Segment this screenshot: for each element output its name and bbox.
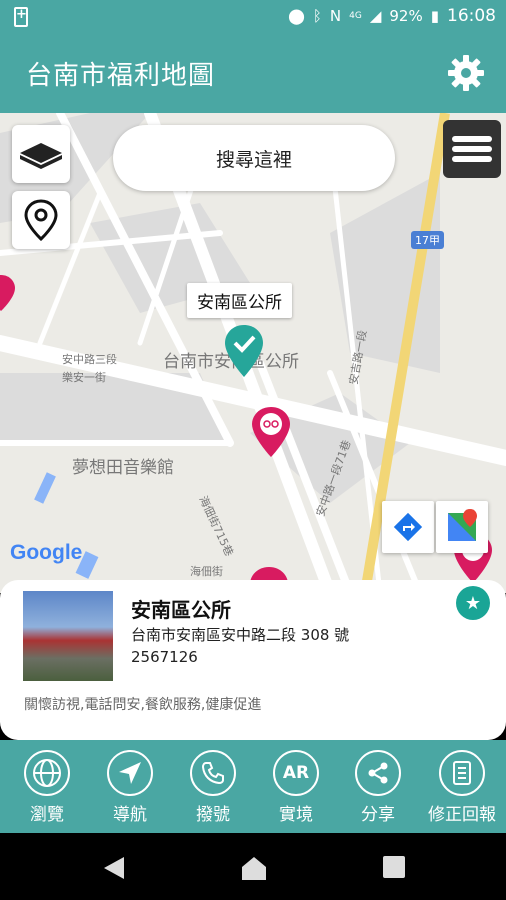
globe-icon bbox=[24, 750, 70, 796]
bluetooth-icon: ᛒ bbox=[312, 7, 322, 25]
tab-label: 實境 bbox=[279, 805, 313, 825]
tab-label: 修正回報 bbox=[428, 805, 496, 825]
tab-label: 導航 bbox=[113, 805, 147, 825]
phone-icon bbox=[190, 750, 236, 796]
status-bar: ⬤ ᛒ N 4G ◢ 92% ▮ 16:08 bbox=[0, 0, 506, 35]
google-maps-icon bbox=[448, 509, 477, 541]
layers-icon bbox=[20, 143, 62, 169]
map-label-haidian: 海佃街 bbox=[190, 565, 223, 578]
menu-button[interactable] bbox=[443, 120, 501, 178]
my-location-button[interactable] bbox=[12, 191, 70, 249]
document-icon bbox=[439, 750, 485, 796]
place-address: 台南市安南區安中路二段 308 號 bbox=[131, 626, 350, 644]
layers-button[interactable] bbox=[12, 125, 70, 183]
tab-label: 瀏覽 bbox=[30, 805, 64, 825]
tab-ar[interactable]: AR 實境 bbox=[255, 750, 337, 825]
google-logo: Google bbox=[10, 541, 83, 564]
tab-report[interactable]: 修正回報 bbox=[418, 750, 506, 825]
selected-marker-icon[interactable] bbox=[222, 323, 266, 379]
location-icon: ⬤ bbox=[288, 7, 305, 25]
tab-label: 撥號 bbox=[196, 805, 230, 825]
map-label-anzhong3: 安中路三段 bbox=[62, 353, 117, 366]
directions-icon bbox=[393, 512, 423, 542]
app-title: 台南市福利地圖 bbox=[26, 61, 216, 91]
tab-label: 分享 bbox=[361, 805, 395, 825]
search-here-button[interactable]: 搜尋這裡 bbox=[113, 125, 395, 191]
signal-icon: ◢ bbox=[369, 7, 382, 25]
navigation-arrow-icon bbox=[107, 750, 153, 796]
map-label-music-hall: 夢想田音樂館 bbox=[72, 458, 174, 478]
directions-button[interactable] bbox=[382, 501, 434, 553]
recents-icon[interactable] bbox=[382, 855, 406, 879]
tab-share[interactable]: 分享 bbox=[337, 750, 419, 825]
clock: 16:08 bbox=[447, 6, 496, 26]
battery-icon: ▮ bbox=[430, 7, 439, 25]
tab-browse[interactable]: 瀏覽 bbox=[6, 750, 88, 825]
place-services: 關懷訪視,電話問安,餐飲服務,健康促進 bbox=[24, 697, 262, 713]
tab-call[interactable]: 撥號 bbox=[172, 750, 254, 825]
ar-icon: AR bbox=[273, 750, 319, 796]
place-photo bbox=[23, 591, 113, 681]
place-phone: 2567126 bbox=[131, 648, 198, 666]
back-icon[interactable] bbox=[100, 855, 126, 881]
battery-saver-icon bbox=[14, 7, 28, 27]
place-info-card[interactable]: 安南區公所 台南市安南區安中路二段 308 號 2567126 關懷訪視,電話問… bbox=[0, 580, 506, 740]
map-view[interactable]: 搜尋這裡 17甲 台南市安南區公所 夢想田音樂館 安中路三段 樂安一街 海佃街 … bbox=[0, 113, 506, 593]
favorite-star-icon[interactable]: ★ bbox=[456, 586, 490, 620]
network-type: 4G bbox=[349, 11, 362, 21]
location-pin-icon bbox=[24, 199, 58, 242]
road-sign-17: 17甲 bbox=[411, 231, 444, 249]
tab-navigate[interactable]: 導航 bbox=[89, 750, 171, 825]
place-name: 安南區公所 bbox=[131, 598, 231, 622]
selected-place-callout[interactable]: 安南區公所 bbox=[187, 283, 292, 318]
settings-gear-icon[interactable] bbox=[446, 53, 486, 93]
battery-percent: 92% bbox=[389, 7, 423, 25]
system-nav-bar bbox=[0, 833, 506, 900]
welfare-marker-icon[interactable] bbox=[250, 405, 292, 459]
bottom-action-bar: 瀏覽 導航 撥號 AR 實境 分享 修正回報 bbox=[0, 740, 506, 833]
share-icon bbox=[355, 750, 401, 796]
home-icon[interactable] bbox=[240, 855, 268, 881]
map-label-lean1: 樂安一街 bbox=[62, 371, 106, 384]
welfare-marker-icon[interactable] bbox=[0, 273, 16, 313]
nfc-icon: N bbox=[329, 7, 342, 25]
open-google-maps-button[interactable] bbox=[436, 501, 488, 553]
app-bar: 台南市福利地圖 bbox=[0, 35, 506, 113]
